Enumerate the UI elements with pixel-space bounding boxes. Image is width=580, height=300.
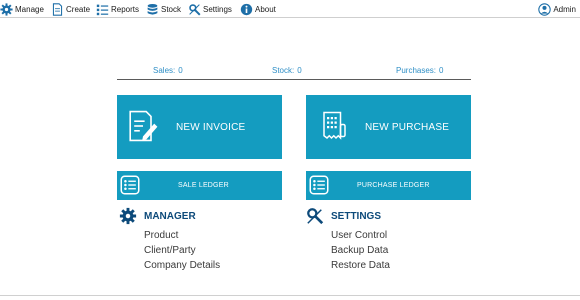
- menu-stock-label: Stock: [161, 4, 182, 14]
- sales-value: 0: [178, 66, 183, 75]
- settings-link-user-control[interactable]: User Control: [331, 228, 390, 243]
- document-icon: [52, 2, 63, 16]
- settings-link-backup-data[interactable]: Backup Data: [331, 243, 390, 258]
- invoice-pen-icon: [129, 110, 158, 142]
- database-icon: [147, 3, 158, 15]
- ledger-list-icon: [309, 175, 329, 195]
- sales-stat: Sales: 0: [153, 66, 183, 75]
- settings-heading: SETTINGS: [306, 207, 390, 225]
- tools-icon: [307, 208, 324, 225]
- menu-settings[interactable]: Settings: [188, 2, 232, 16]
- menu-reports[interactable]: Reports: [96, 2, 139, 16]
- menu-about[interactable]: About: [240, 2, 276, 16]
- top-menu-bar: Manage Create Reports Stock Settings Abo…: [0, 0, 580, 18]
- new-invoice-tile[interactable]: NEW INVOICE: [117, 95, 282, 159]
- new-purchase-tile[interactable]: NEW PURCHASE: [306, 95, 471, 159]
- manager-title: MANAGER: [144, 210, 196, 222]
- menu-admin-label: Admin: [553, 4, 576, 14]
- stock-value: 0: [297, 66, 302, 75]
- purchase-ledger-tile[interactable]: PURCHASE LEDGER: [306, 171, 471, 200]
- menu-manage[interactable]: Manage: [0, 2, 44, 16]
- menu-stock[interactable]: Stock: [146, 2, 181, 16]
- tools-icon: [189, 3, 201, 15]
- user-icon: [538, 2, 552, 16]
- purchases-value: 0: [439, 66, 444, 75]
- manager-link-client-party[interactable]: Client/Party: [144, 243, 220, 258]
- list-icon: [96, 4, 109, 15]
- menu-admin[interactable]: Admin: [538, 2, 576, 16]
- purchases-label: Purchases:: [396, 66, 437, 75]
- gear-icon: [119, 207, 137, 225]
- manager-heading: MANAGER: [119, 207, 220, 225]
- manager-link-company-details[interactable]: Company Details: [144, 258, 220, 273]
- gear-icon: [0, 2, 13, 16]
- bottom-divider: [0, 295, 580, 296]
- sale-ledger-tile[interactable]: SALE LEDGER: [117, 171, 282, 200]
- settings-links: User Control Backup Data Restore Data: [331, 228, 390, 273]
- sales-label: Sales:: [153, 66, 176, 75]
- stock-label: Stock:: [272, 66, 295, 75]
- menu-settings-label: Settings: [203, 4, 232, 14]
- info-icon: [240, 3, 253, 15]
- menu-create-label: Create: [66, 4, 91, 14]
- purchase-ledger-label: PURCHASE LEDGER: [357, 182, 430, 189]
- menu-reports-label: Reports: [111, 4, 140, 14]
- summary-stats: Sales: 0 Stock: 0 Purchases: 0: [117, 64, 471, 80]
- receipt-icon: [323, 111, 346, 140]
- new-invoice-label: NEW INVOICE: [176, 122, 246, 133]
- menu-manage-label: Manage: [15, 4, 44, 14]
- sale-ledger-label: SALE LEDGER: [178, 182, 229, 189]
- manager-links: Product Client/Party Company Details: [144, 228, 220, 273]
- settings-title: SETTINGS: [331, 210, 382, 222]
- purchases-stat: Purchases: 0: [396, 66, 443, 75]
- settings-link-restore-data[interactable]: Restore Data: [331, 258, 390, 273]
- stock-stat: Stock: 0: [272, 66, 302, 75]
- manager-link-product[interactable]: Product: [144, 228, 220, 243]
- menu-create[interactable]: Create: [51, 2, 90, 16]
- new-purchase-label: NEW PURCHASE: [365, 122, 450, 133]
- menu-about-label: About: [255, 4, 276, 14]
- ledger-list-icon: [120, 175, 140, 195]
- manager-section: MANAGER Product Client/Party Company Det…: [119, 207, 220, 273]
- settings-section: SETTINGS User Control Backup Data Restor…: [306, 207, 390, 273]
